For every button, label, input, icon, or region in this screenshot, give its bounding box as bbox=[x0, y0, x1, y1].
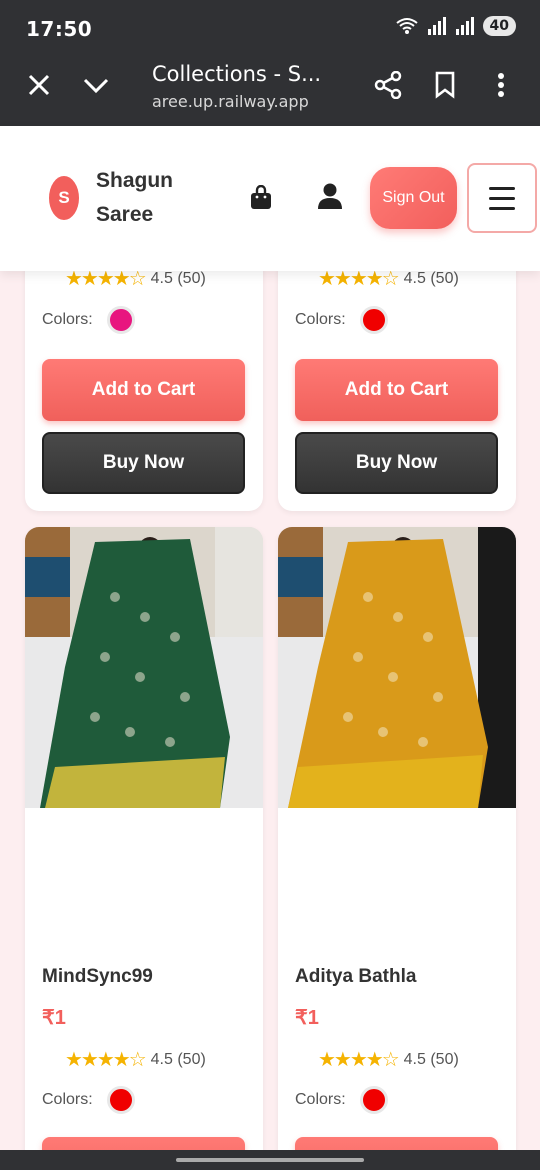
star-rating-icon: ★★★★☆ bbox=[65, 1049, 147, 1071]
shopping-bag-icon[interactable] bbox=[247, 184, 275, 212]
menu-icon bbox=[489, 186, 515, 190]
buy-now-button[interactable]: Buy Now bbox=[42, 432, 245, 494]
bookmark-icon[interactable] bbox=[430, 70, 460, 100]
colors-label: Colors: bbox=[42, 1091, 93, 1108]
add-to-cart-button[interactable] bbox=[295, 1137, 498, 1150]
rating-text: 4.5 (50) bbox=[150, 1050, 206, 1068]
battery-badge: 40 bbox=[482, 16, 516, 36]
signal-icon bbox=[427, 17, 446, 35]
page-title[interactable]: Collections - S... bbox=[152, 62, 321, 86]
product-card: ★★★★☆ 4.5 (50) Colors: Add to Cart Buy N… bbox=[25, 271, 263, 511]
rating: ★★★★☆ 4.5 (50) bbox=[65, 1047, 206, 1072]
chevron-down-icon[interactable] bbox=[81, 70, 111, 100]
color-swatch[interactable] bbox=[106, 306, 135, 334]
url-text[interactable]: aree.up.railway.app bbox=[152, 92, 309, 111]
share-icon[interactable] bbox=[373, 70, 403, 100]
colors-label: Colors: bbox=[295, 311, 346, 328]
sign-out-button[interactable]: Sign Out bbox=[370, 167, 457, 229]
color-swatch[interactable] bbox=[106, 1086, 135, 1114]
status-icons: 40 bbox=[395, 16, 516, 36]
menu-button[interactable] bbox=[467, 163, 537, 233]
menu-icon-bar bbox=[489, 196, 515, 200]
rating: ★★★★☆ 4.5 (50) bbox=[65, 271, 206, 291]
color-swatch[interactable] bbox=[359, 306, 388, 334]
product-card[interactable]: Aditya Bathla ₹1 ★★★★☆ 4.5 (50) Colors: bbox=[278, 527, 516, 1150]
system-nav-bar bbox=[0, 1150, 540, 1170]
user-icon[interactable] bbox=[316, 182, 344, 210]
rating: ★★★★☆ 4.5 (50) bbox=[318, 271, 459, 291]
product-card[interactable]: MindSync99 ₹1 ★★★★☆ 4.5 (50) Colors: bbox=[25, 527, 263, 1150]
color-swatch[interactable] bbox=[359, 1086, 388, 1114]
brand-line-1: Shagun bbox=[96, 169, 173, 192]
product-price: ₹1 bbox=[295, 1007, 319, 1029]
colors-row: Colors: bbox=[295, 306, 388, 334]
logo[interactable]: S bbox=[49, 176, 79, 220]
signal-icon bbox=[455, 17, 474, 35]
menu-icon-bar bbox=[489, 206, 515, 210]
star-rating-icon: ★★★★☆ bbox=[65, 271, 147, 290]
colors-row: Colors: bbox=[295, 1086, 388, 1114]
star-rating-icon: ★★★★☆ bbox=[318, 1049, 400, 1071]
colors-label: Colors: bbox=[42, 311, 93, 328]
add-to-cart-button[interactable] bbox=[42, 1137, 245, 1150]
product-name[interactable]: Aditya Bathla bbox=[295, 966, 416, 988]
add-to-cart-button[interactable]: Add to Cart bbox=[42, 359, 245, 421]
rating-text: 4.5 (50) bbox=[150, 271, 206, 287]
product-price: ₹1 bbox=[42, 1007, 66, 1029]
wifi-calling-icon bbox=[395, 18, 418, 34]
star-rating-icon: ★★★★☆ bbox=[318, 271, 400, 290]
buy-now-button[interactable]: Buy Now bbox=[295, 432, 498, 494]
rating: ★★★★☆ 4.5 (50) bbox=[318, 1047, 459, 1072]
brand-line-2: Saree bbox=[96, 203, 154, 226]
add-to-cart-button[interactable]: Add to Cart bbox=[295, 359, 498, 421]
colors-row: Colors: bbox=[42, 1086, 135, 1114]
rating-text: 4.5 (50) bbox=[403, 1050, 459, 1068]
brand-name[interactable]: Shagun Saree bbox=[96, 164, 196, 232]
more-vert-icon[interactable] bbox=[486, 70, 516, 100]
colors-row: Colors: bbox=[42, 306, 135, 334]
product-image[interactable] bbox=[25, 527, 263, 808]
browser-toolbar: Collections - S... aree.up.railway.app bbox=[0, 56, 540, 126]
site-header: S Shagun Saree Sign Out bbox=[0, 126, 540, 271]
product-image[interactable] bbox=[278, 527, 516, 808]
colors-label: Colors: bbox=[295, 1091, 346, 1108]
product-card: ★★★★☆ 4.5 (50) Colors: Add to Cart Buy N… bbox=[278, 271, 516, 511]
rating-text: 4.5 (50) bbox=[403, 271, 459, 287]
status-time: 17:50 bbox=[26, 17, 93, 41]
gesture-handle[interactable] bbox=[176, 1158, 364, 1162]
product-grid: ★★★★☆ 4.5 (50) Colors: Add to Cart Buy N… bbox=[0, 271, 540, 1150]
product-name[interactable]: MindSync99 bbox=[42, 966, 153, 988]
close-icon[interactable] bbox=[24, 70, 54, 100]
status-bar: 17:50 40 bbox=[0, 0, 540, 56]
